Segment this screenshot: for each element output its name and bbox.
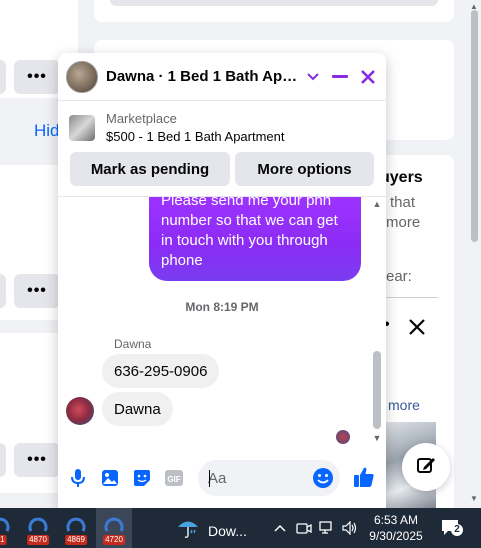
app-badge: 4870 — [27, 535, 49, 545]
more-options-button[interactable]: ••• — [14, 60, 60, 94]
weather-label: Dow... — [208, 522, 247, 539]
outgoing-message[interactable]: Please send me your phn number so that w… — [149, 197, 361, 281]
incoming-message[interactable]: Dawna — [102, 392, 173, 426]
svg-text:GIF: GIF — [167, 475, 180, 484]
system-clock[interactable]: 6:53 AM 9/30/2025 — [364, 512, 428, 544]
feed-action-button[interactable] — [0, 274, 6, 308]
chat-window: Dawna · 1 Bed 1 Bath Apar... Marketplace… — [58, 53, 386, 508]
clock-time: 6:53 AM — [373, 513, 419, 527]
taskbar-app[interactable]: 71 — [0, 508, 18, 548]
listing-title[interactable]: $500 - 1 Bed 1 Bath Apartment — [106, 129, 285, 144]
photo-icon[interactable] — [99, 467, 121, 489]
scroll-up-arrow[interactable]: ▲ — [470, 2, 478, 11]
chat-scrollbar-thumb[interactable] — [373, 351, 381, 429]
avatar[interactable] — [66, 397, 94, 425]
message-timestamp: Mon 8:19 PM — [185, 300, 259, 314]
mark-as-pending-button[interactable]: Mark as pending — [70, 152, 230, 186]
app-badge: 4869 — [65, 535, 87, 545]
more-options-button[interactable]: ••• — [14, 443, 60, 477]
message-input-wrapper — [198, 460, 340, 496]
sender-name: Dawna — [114, 337, 152, 351]
card-text: that — [390, 194, 416, 211]
hide-link[interactable]: Hid — [34, 121, 60, 141]
card-text: ear: — [386, 268, 412, 285]
emoji-icon[interactable] — [312, 467, 334, 494]
weather-widget[interactable]: Dow... — [176, 516, 247, 545]
chat-title[interactable]: Dawna · 1 Bed 1 Bath Apar... — [106, 68, 301, 85]
scroll-up-arrow[interactable]: ▲ — [371, 199, 383, 209]
close-icon[interactable] — [356, 65, 380, 89]
network-icon[interactable] — [319, 520, 335, 536]
scroll-down-arrow[interactable]: ▼ — [371, 433, 383, 443]
chevron-down-icon[interactable] — [301, 65, 325, 89]
incoming-message[interactable]: 636-295-0906 — [102, 354, 220, 388]
notification-center-button[interactable]: 2 — [440, 518, 463, 538]
marketplace-label: Marketplace — [106, 111, 177, 126]
app-badge: 71 — [0, 535, 7, 545]
see-more-link[interactable]: more — [388, 397, 420, 413]
close-icon[interactable] — [408, 318, 426, 341]
umbrella-icon — [176, 516, 200, 545]
taskbar: 71 4870 4869 4720 Dow... 6:53 AM 9/30/20… — [0, 508, 481, 548]
clock-date: 9/30/2025 — [369, 529, 423, 543]
taskbar-app[interactable]: 4720 — [96, 508, 132, 548]
more-options-button[interactable]: More options — [235, 152, 374, 186]
chat-header[interactable]: Dawna · 1 Bed 1 Bath Apar... — [58, 53, 386, 101]
like-icon[interactable] — [353, 466, 375, 488]
taskbar-app[interactable]: 4869 — [58, 508, 94, 548]
feed-action-button[interactable] — [0, 443, 6, 477]
card-button[interactable] — [110, 0, 438, 6]
volume-icon[interactable] — [342, 520, 358, 536]
text-caret — [209, 470, 210, 487]
seen-indicator-avatar — [336, 430, 350, 444]
listing-thumbnail[interactable] — [69, 115, 95, 141]
app-badge: 4720 — [103, 535, 125, 545]
avatar[interactable] — [66, 61, 98, 93]
compose-icon — [415, 454, 437, 481]
page-scrollbar-thumb[interactable] — [471, 10, 478, 242]
message-list[interactable]: Please send me your phn number so that w… — [58, 197, 386, 447]
microphone-icon[interactable] — [67, 467, 89, 489]
message-input[interactable] — [208, 460, 304, 496]
card-text: more — [386, 214, 421, 231]
more-options-button[interactable]: ••• — [14, 274, 60, 308]
minimize-icon[interactable] — [328, 65, 352, 89]
scroll-down-arrow[interactable]: ▼ — [470, 494, 478, 503]
gif-icon[interactable]: GIF — [163, 467, 185, 489]
taskbar-app[interactable]: 4870 — [20, 508, 56, 548]
right-card — [94, 0, 454, 22]
notification-count: 2 — [451, 524, 463, 536]
card-heading: uyers — [380, 169, 423, 186]
sticker-icon[interactable] — [131, 467, 153, 489]
chevron-up-icon[interactable] — [272, 520, 288, 536]
camera-icon[interactable] — [296, 520, 312, 536]
feed-action-button[interactable] — [0, 60, 6, 94]
new-message-button[interactable] — [402, 443, 450, 491]
divider — [386, 297, 438, 298]
